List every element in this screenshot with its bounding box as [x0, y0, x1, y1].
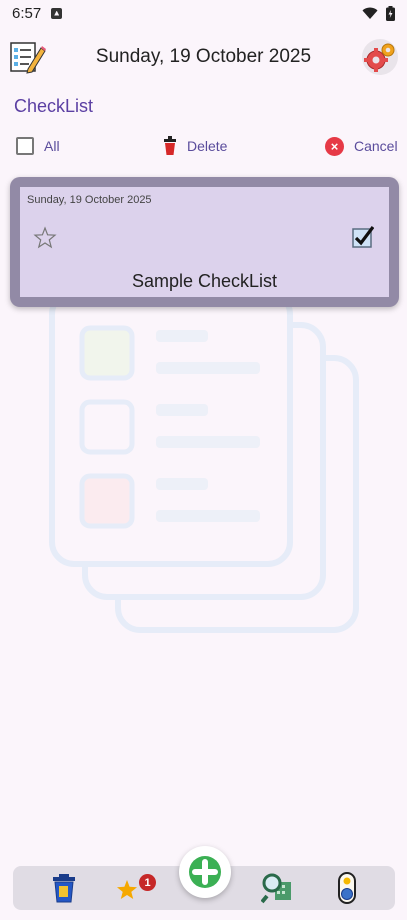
status-icons: [362, 5, 395, 21]
notification-icon: [51, 7, 63, 19]
toggle-switch-icon[interactable]: [331, 872, 363, 904]
header-date: Sunday, 19 October 2025: [95, 46, 312, 67]
card-title: Sample CheckList: [131, 271, 278, 291]
status-bar: 6:57: [0, 0, 407, 26]
trash-icon[interactable]: [48, 872, 80, 904]
add-checklist-button[interactable]: [179, 846, 231, 898]
settings-gear-icon[interactable]: [361, 38, 399, 76]
page-title: CheckList: [14, 96, 94, 116]
select-all-checkbox[interactable]: All: [16, 134, 60, 158]
checklist-card[interactable]: Sunday, 19 October 2025 Sample CheckList: [10, 177, 399, 307]
trash-cup-icon: [164, 136, 176, 155]
search-icon[interactable]: [261, 872, 293, 904]
notes-icon[interactable]: [8, 39, 46, 75]
empty-list-illustration: [49, 289, 359, 633]
checkbox-checked-icon[interactable]: [352, 226, 374, 248]
star-outline-icon[interactable]: [33, 226, 57, 250]
delete-button[interactable]: Delete: [163, 134, 227, 158]
favorites-count-badge: 1: [139, 874, 156, 891]
checklist-card-body[interactable]: Sunday, 19 October 2025 Sample CheckList: [20, 187, 389, 297]
app-header: Sunday, 19 October 2025: [0, 36, 407, 78]
checkbox-empty-icon[interactable]: [16, 137, 34, 155]
close-icon: ×: [325, 136, 344, 156]
add-icon: [189, 856, 221, 888]
status-time: 6:57: [12, 4, 42, 22]
battery-icon: [386, 5, 395, 21]
select-all-label: All: [44, 138, 60, 154]
selection-actions: All Delete × Cancel: [0, 132, 407, 160]
wifi-icon: [362, 7, 378, 19]
cancel-button[interactable]: × Cancel: [325, 134, 398, 158]
delete-label: Delete: [187, 138, 228, 154]
cancel-label: Cancel: [354, 138, 398, 154]
card-date: Sunday, 19 October 2025: [27, 194, 152, 206]
